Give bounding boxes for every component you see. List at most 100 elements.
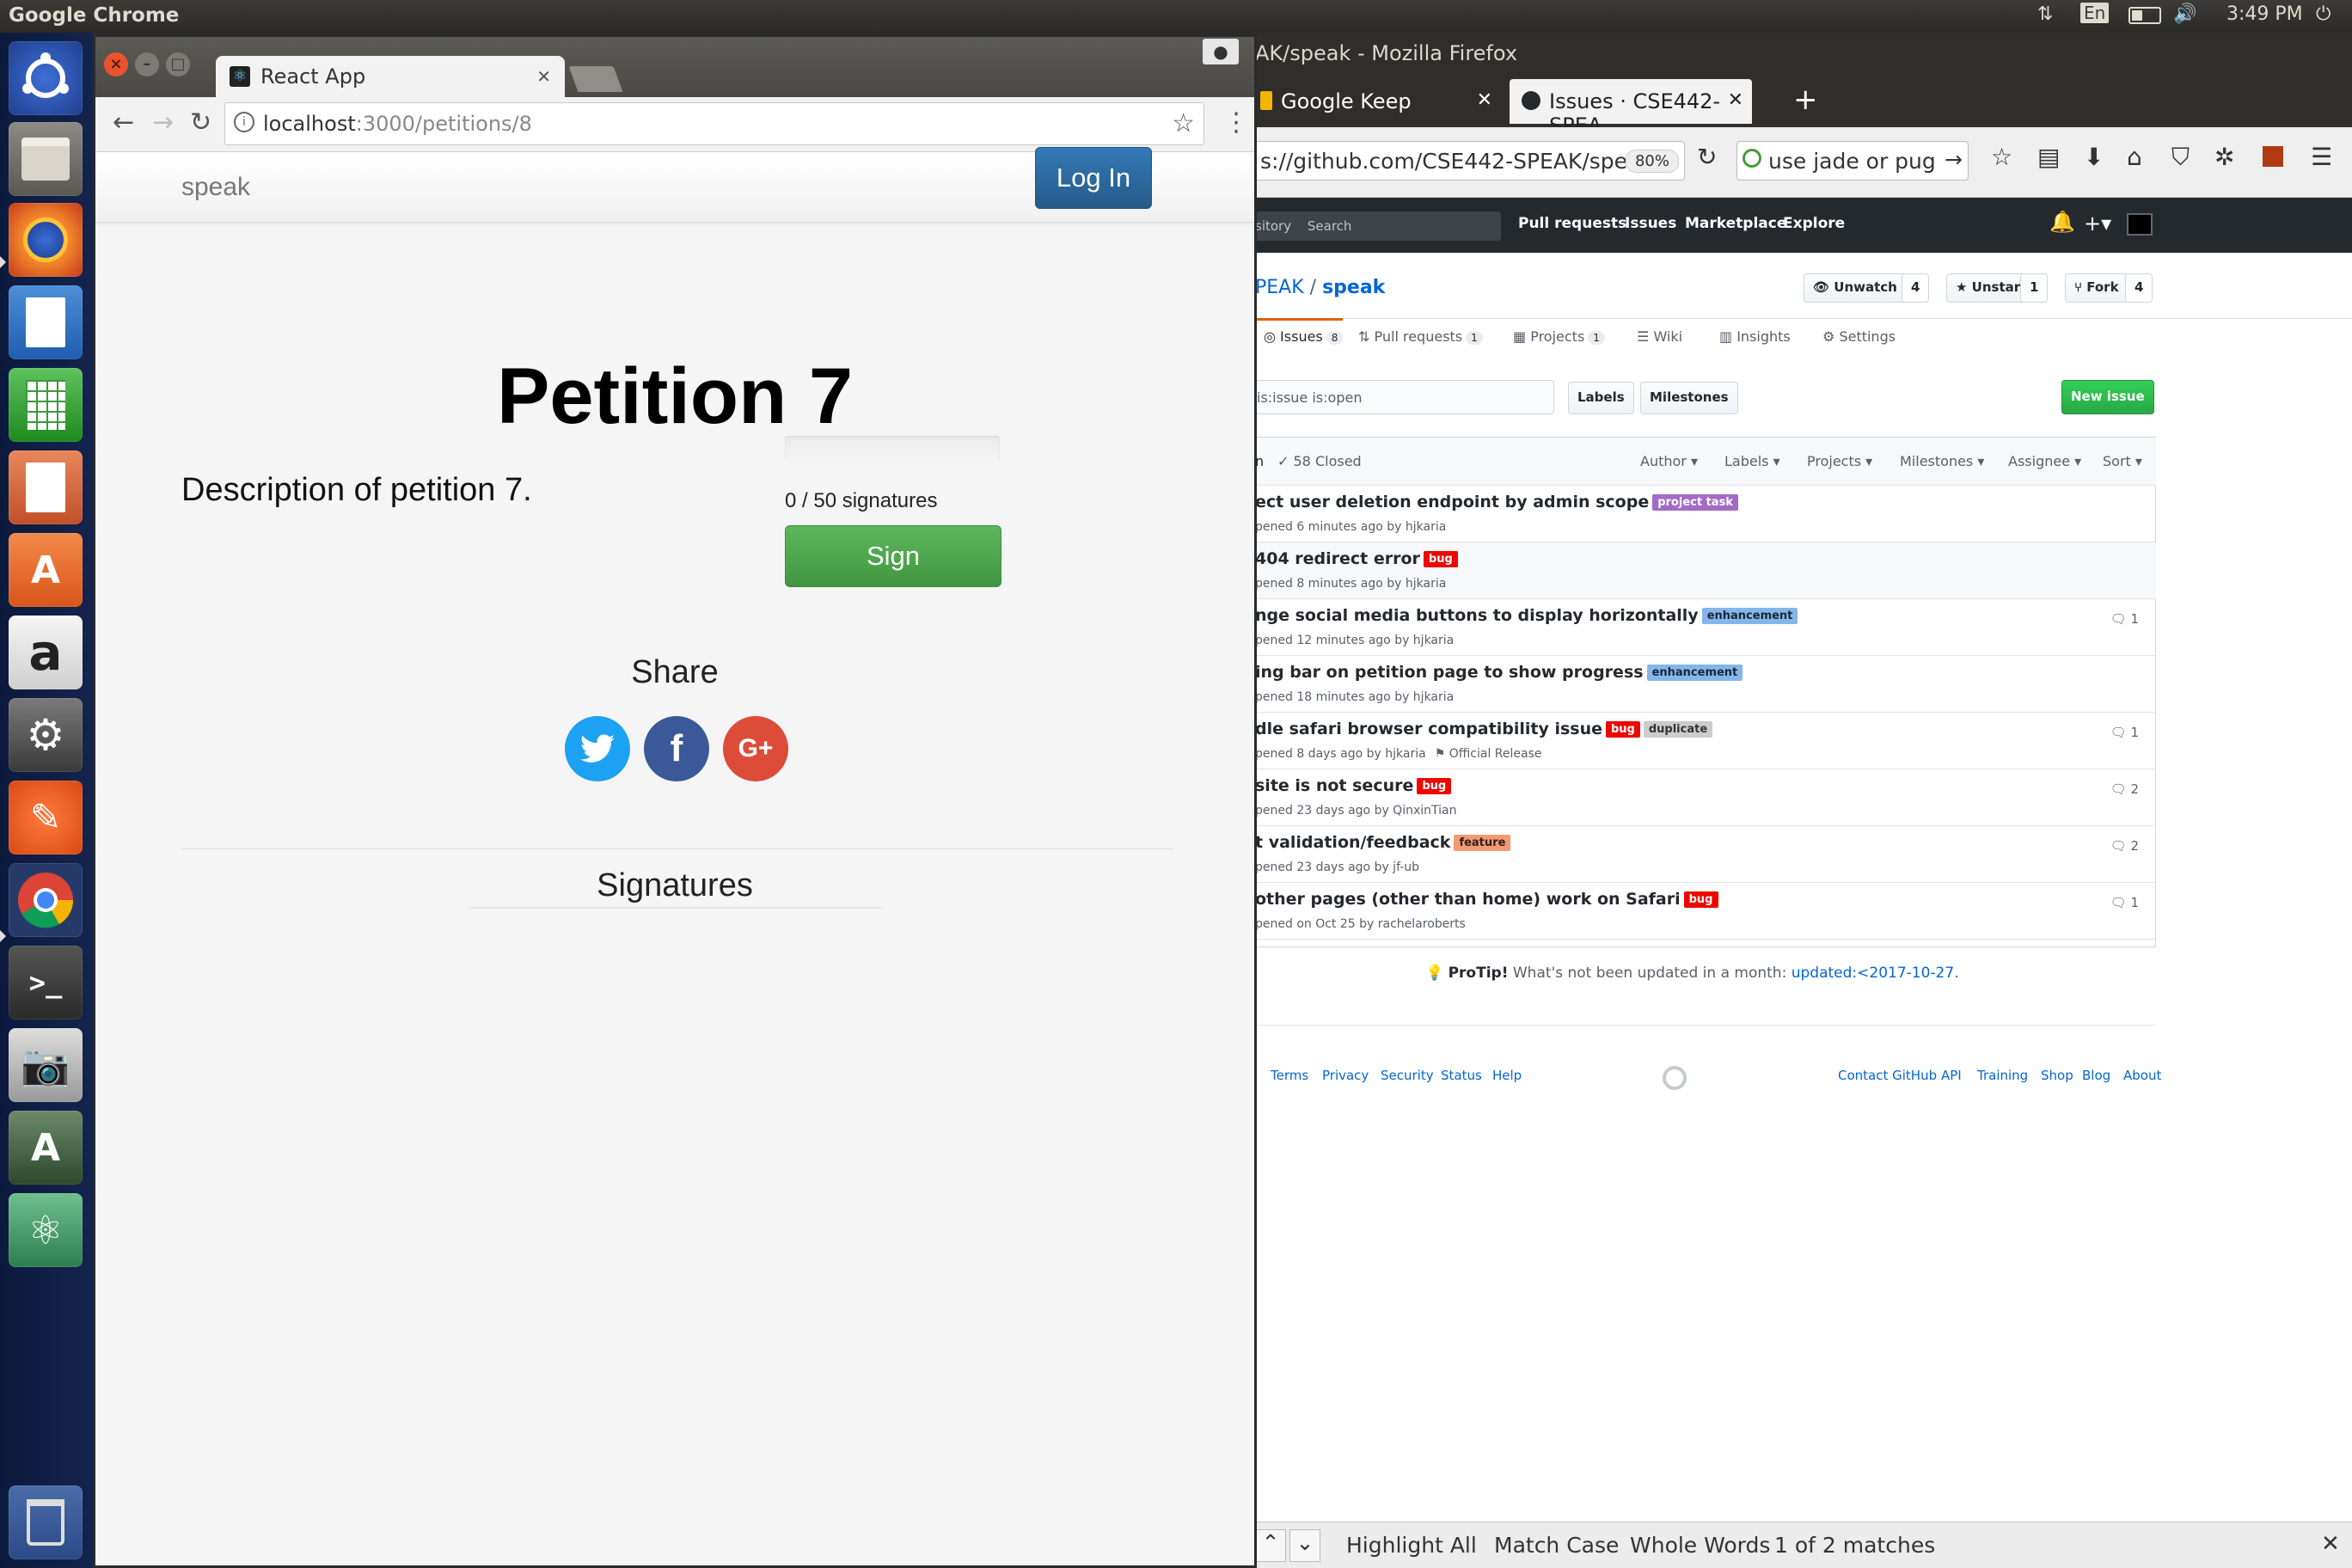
- chrome-menu-icon[interactable]: ⋮: [1223, 107, 1249, 138]
- highlight-all-toggle[interactable]: Highlight All: [1346, 1533, 1477, 1558]
- watch-count[interactable]: 4: [1902, 273, 1930, 303]
- tab-react-app[interactable]: ⚛ React App ✕: [216, 56, 565, 99]
- issues-filter-input[interactable]: is:issue is:open: [1255, 380, 1554, 414]
- issue-label[interactable]: bug: [1605, 721, 1640, 738]
- issue-row[interactable]: other pages (other than home) work on Sa…: [1255, 883, 2156, 940]
- issue-label[interactable]: enhancement: [1646, 665, 1743, 681]
- url-bar[interactable]: s://github.com/CSE442-SPEAK/speak 80%: [1255, 141, 1685, 181]
- tab-pull-requests[interactable]: ⇅ Pull requests 1: [1358, 328, 1483, 345]
- filter-assignee[interactable]: Assignee ▾: [2008, 453, 2081, 469]
- nav-pull-requests[interactable]: Pull requests: [1518, 215, 1626, 232]
- firefox-icon[interactable]: [9, 203, 83, 277]
- issue-label[interactable]: duplicate: [1643, 721, 1713, 738]
- trash-icon[interactable]: [9, 1485, 83, 1559]
- close-findbar-icon[interactable]: ✕: [2321, 1531, 2340, 1557]
- nav-marketplace[interactable]: Marketplace: [1685, 215, 1786, 232]
- forward-icon[interactable]: →: [152, 107, 174, 138]
- reload-icon[interactable]: ↻: [1697, 143, 1717, 171]
- issue-title[interactable]: ing bar on petition page to show progres…: [1255, 663, 1743, 682]
- home-icon[interactable]: ⌂: [2127, 143, 2142, 171]
- issue-title[interactable]: other pages (other than home) work on Sa…: [1255, 890, 1718, 909]
- footer-shop[interactable]: Shop: [2041, 1068, 2073, 1083]
- writer-icon[interactable]: [9, 285, 83, 359]
- comment-count[interactable]: 🗨 2: [2110, 781, 2139, 797]
- issue-milestone[interactable]: Official Release: [1449, 747, 1542, 761]
- issue-title[interactable]: site is not secure bug: [1255, 776, 1452, 795]
- comment-count[interactable]: 🗨 1: [2110, 895, 2139, 910]
- issue-title[interactable]: 404 redirect error bug: [1255, 549, 1458, 568]
- files-icon[interactable]: [9, 122, 83, 196]
- close-tab-icon[interactable]: ✕: [1477, 89, 1492, 111]
- find-previous-icon[interactable]: ⌃: [1255, 1529, 1286, 1562]
- issue-label[interactable]: feature: [1454, 835, 1511, 851]
- new-tab-button[interactable]: [568, 66, 623, 92]
- unstar-button[interactable]: ★ Unstar: [1946, 273, 2030, 303]
- footer-privacy[interactable]: Privacy: [1322, 1068, 1369, 1083]
- issue-row[interactable]: dle safari browser compatibility issue bu…: [1255, 713, 2156, 769]
- footer-status[interactable]: Status: [1441, 1068, 1482, 1083]
- navbar-brand[interactable]: speak: [181, 173, 250, 202]
- issue-title[interactable]: nge social media buttons to display hori…: [1255, 606, 1798, 625]
- calc-icon[interactable]: [9, 368, 83, 442]
- facebook-share-button[interactable]: f: [644, 716, 709, 781]
- camera-icon[interactable]: 📷: [9, 1028, 83, 1102]
- zoom-indicator[interactable]: 80%: [1625, 150, 1679, 173]
- github-search-input[interactable]: sitory Search: [1255, 211, 1501, 241]
- issue-title[interactable]: ect user deletion endpoint by admin scop…: [1255, 493, 1738, 511]
- extension-icon[interactable]: ✲: [2214, 143, 2234, 171]
- fork-count[interactable]: 4: [2125, 273, 2153, 303]
- star-count[interactable]: 1: [2020, 273, 2049, 303]
- minimize-window-icon[interactable]: –: [135, 52, 159, 77]
- network-icon[interactable]: ⇅: [2037, 3, 2053, 25]
- atom-icon[interactable]: ⚛: [9, 1193, 83, 1267]
- fork-button[interactable]: ⑂ Fork: [2065, 273, 2128, 303]
- whole-words-toggle[interactable]: Whole Words: [1630, 1533, 1770, 1558]
- tab-wiki[interactable]: ☰ Wiki: [1637, 328, 1682, 345]
- issue-label[interactable]: bug: [1423, 551, 1458, 567]
- footer-terms[interactable]: Terms: [1271, 1068, 1308, 1083]
- issue-row[interactable]: ect user deletion endpoint by admin scop…: [1255, 486, 2156, 542]
- tab-insights[interactable]: ▥ Insights: [1719, 328, 1791, 345]
- search-bar[interactable]: use jade or pug →: [1736, 141, 1969, 181]
- new-issue-button[interactable]: New issue: [2061, 380, 2154, 414]
- menu-icon[interactable]: ☰: [2311, 143, 2332, 171]
- tab-issues[interactable]: ◎ Issues 8: [1264, 328, 1344, 345]
- issue-label[interactable]: project task: [1652, 494, 1738, 511]
- footer-contact[interactable]: Contact GitHub: [1838, 1068, 1937, 1083]
- footer-api[interactable]: API: [1941, 1068, 1962, 1083]
- pocket-icon[interactable]: ⛉: [2171, 143, 2190, 172]
- github-logo-icon[interactable]: [1663, 1066, 1687, 1090]
- unwatch-button[interactable]: 👁 Unwatch ▾: [1804, 273, 1918, 303]
- closed-issues-toggle[interactable]: ✓ 58 Closed: [1277, 453, 1362, 469]
- impress-icon[interactable]: [9, 450, 83, 524]
- sign-button[interactable]: Sign: [785, 525, 1001, 587]
- software-center-icon[interactable]: A: [9, 533, 83, 607]
- nav-explore[interactable]: Explore: [1783, 215, 1845, 232]
- comment-count[interactable]: 🗨 2: [2110, 838, 2139, 854]
- dash-icon[interactable]: [9, 41, 83, 115]
- issue-row[interactable]: t validation/feedback feature pened 23 day…: [1255, 826, 2156, 883]
- repo-name-link[interactable]: speak: [1322, 277, 1385, 298]
- clock[interactable]: 3:49 PM: [2226, 3, 2303, 25]
- addon-icon[interactable]: [2263, 146, 2283, 167]
- bookmark-star-icon[interactable]: ☆: [1991, 143, 2012, 171]
- google-plus-share-button[interactable]: G+: [723, 716, 788, 781]
- issue-title[interactable]: dle safari browser compatibility issue bu…: [1255, 720, 1713, 738]
- keyboard-layout-indicator[interactable]: En: [2080, 3, 2110, 23]
- omnibox[interactable]: i localhost:3000/petitions/8 ☆: [224, 102, 1204, 145]
- filter-projects[interactable]: Projects ▾: [1807, 453, 1872, 469]
- filter-labels[interactable]: Labels ▾: [1724, 453, 1780, 469]
- footer-security[interactable]: Security: [1381, 1068, 1434, 1083]
- nav-issues[interactable]: Issues: [1625, 215, 1676, 232]
- milestones-button[interactable]: Milestones: [1640, 382, 1738, 414]
- twitter-share-button[interactable]: [565, 716, 630, 781]
- footer-help[interactable]: Help: [1492, 1068, 1522, 1083]
- match-case-toggle[interactable]: Match Case: [1494, 1533, 1619, 1558]
- close-tab-icon[interactable]: ✕: [536, 66, 551, 87]
- issue-label[interactable]: bug: [1417, 778, 1452, 794]
- close-window-icon[interactable]: ×: [104, 52, 128, 77]
- bookmark-star-icon[interactable]: ☆: [1172, 108, 1195, 138]
- go-arrow-icon[interactable]: →: [1945, 147, 1963, 172]
- labels-button[interactable]: Labels: [1568, 382, 1634, 414]
- footer-about[interactable]: About: [2123, 1068, 2161, 1083]
